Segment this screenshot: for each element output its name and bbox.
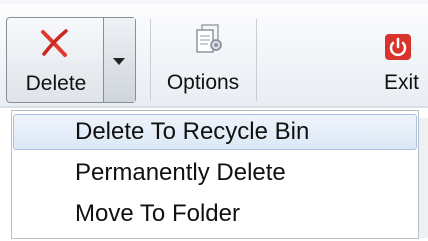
menu-item-move-to-folder[interactable]: Move To Folder	[13, 196, 417, 232]
menu-item-permanently-delete[interactable]: Permanently Delete	[13, 155, 417, 191]
chevron-down-icon	[113, 58, 125, 65]
options-button-label: Options	[166, 71, 240, 94]
exit-button-label: Exit	[384, 71, 420, 94]
menu-item-delete-to-recycle-bin[interactable]: Delete To Recycle Bin	[13, 114, 417, 150]
options-icon	[196, 24, 222, 53]
app-window: Delete Options Exit Delete To Recycle Bi…	[0, 0, 428, 241]
delete-dropdown-menu: Delete To Recycle Bin Permanently Delete…	[0, 108, 428, 241]
toolbar-separator	[256, 19, 257, 101]
options-button[interactable]: Options	[152, 17, 254, 103]
toolbar-top-edge	[0, 0, 428, 4]
delete-button[interactable]: Delete	[7, 18, 103, 102]
toolbar: Delete Options Exit	[0, 0, 428, 108]
delete-split-button: Delete	[6, 17, 136, 103]
toolbar-separator	[150, 19, 151, 101]
exit-button[interactable]: Exit	[384, 17, 428, 103]
power-icon	[385, 34, 411, 60]
background-panel-edge	[419, 118, 428, 238]
delete-x-icon	[41, 29, 68, 57]
delete-button-label: Delete	[25, 72, 87, 95]
delete-dropdown-button[interactable]	[103, 18, 135, 102]
